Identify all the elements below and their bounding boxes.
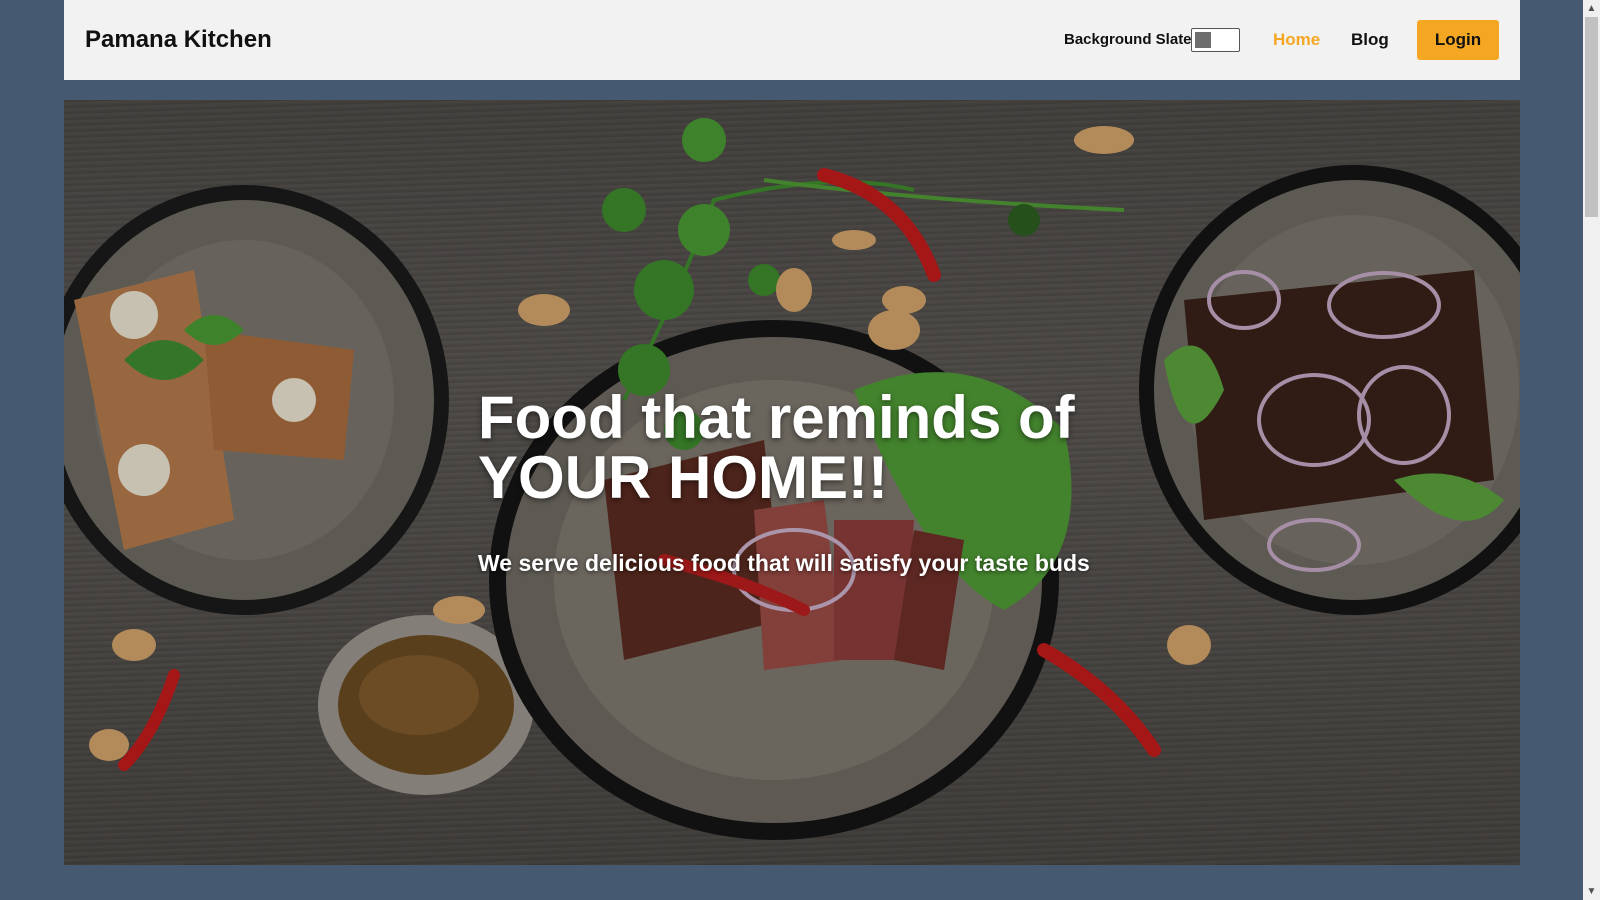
brand-logo[interactable]: Pamana Kitchen [85, 26, 272, 54]
hero-title-line1: Food that reminds of [478, 384, 1075, 451]
login-button[interactable]: Login [1417, 20, 1499, 60]
background-slate-label: Background Slate [1064, 31, 1192, 48]
scroll-up-arrow-icon[interactable]: ▲ [1583, 0, 1600, 17]
page-scrollbar[interactable]: ▲ ▼ [1583, 0, 1600, 900]
hero-title: Food that reminds of YOUR HOME!! [478, 388, 1178, 508]
scroll-down-arrow-icon[interactable]: ▼ [1583, 883, 1600, 900]
nav-link-blog[interactable]: Blog [1351, 30, 1389, 50]
hero-banner: Food that reminds of YOUR HOME!! We serv… [64, 100, 1520, 865]
background-slate-toggle[interactable] [1191, 28, 1240, 52]
scrollbar-thumb[interactable] [1585, 17, 1598, 217]
hero-subtitle: We serve delicious food that will satisf… [478, 550, 1090, 576]
hero-title-line2: YOUR HOME!! [478, 444, 888, 511]
toggle-knob [1195, 32, 1211, 48]
nav-link-home[interactable]: Home [1273, 30, 1320, 50]
navbar: Pamana Kitchen Background Slate Home Blo… [64, 0, 1520, 80]
